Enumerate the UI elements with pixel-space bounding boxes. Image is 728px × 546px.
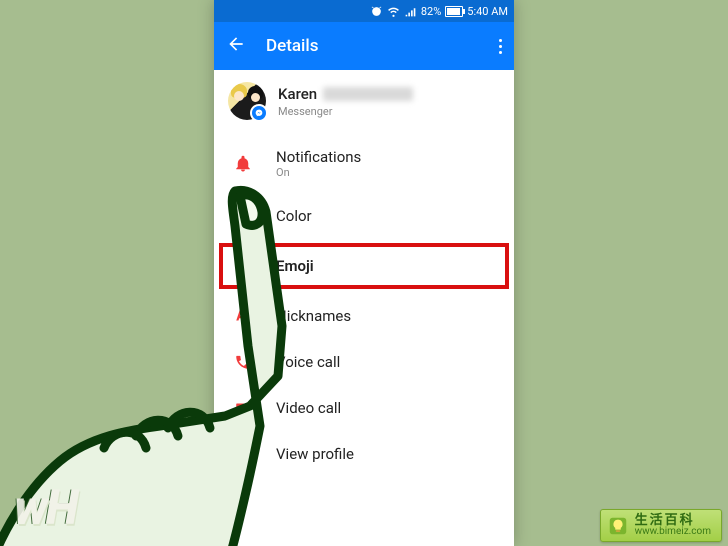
video-call-label: Video call: [276, 399, 341, 417]
bell-icon: [232, 155, 254, 173]
contact-header[interactable]: Karen Messenger: [214, 70, 514, 134]
wifi-icon: [387, 5, 400, 18]
emoji-label: Emoji: [276, 257, 314, 275]
notifications-label: Notifications: [276, 148, 361, 166]
color-label: Color: [276, 207, 312, 225]
watermark-left: wH: [14, 479, 77, 536]
row-color[interactable]: Color: [214, 193, 514, 239]
signal-icon: [404, 5, 417, 18]
thumbs-up-icon: [232, 257, 254, 275]
notifications-sub: On: [276, 166, 361, 179]
row-notifications[interactable]: Notifications On: [214, 134, 514, 193]
battery-icon: [445, 6, 463, 17]
row-voice-call[interactable]: Voice call: [214, 339, 514, 385]
watermark-url: www.bimeiz.com: [635, 527, 711, 537]
view-profile-label: View profile: [276, 445, 354, 463]
back-icon[interactable]: [226, 34, 246, 58]
contact-subtitle: Messenger: [278, 105, 413, 118]
page-title: Details: [266, 36, 479, 56]
status-bar: 82% 5:40 AM: [214, 0, 514, 22]
row-nicknames[interactable]: Nicknames: [214, 293, 514, 339]
status-time: 5:40 AM: [467, 5, 508, 18]
lamp-icon: [607, 515, 629, 537]
emoji-highlight: [219, 243, 509, 289]
alarm-icon: [370, 5, 383, 18]
nicknames-label: Nicknames: [276, 307, 351, 325]
battery-percent: 82%: [421, 5, 441, 18]
phone-frame: 82% 5:40 AM Details Karen Messenger: [214, 0, 514, 546]
voice-call-label: Voice call: [276, 353, 340, 371]
row-view-profile[interactable]: View profile: [214, 431, 514, 477]
aa-icon: [232, 307, 254, 325]
palette-icon: [232, 207, 254, 225]
app-bar: Details: [214, 22, 514, 70]
contact-name: Karen: [278, 85, 317, 103]
overflow-menu-icon[interactable]: [499, 33, 502, 60]
row-emoji[interactable]: Emoji: [214, 239, 514, 293]
phone-icon: [232, 353, 254, 371]
row-video-call[interactable]: Video call: [214, 385, 514, 431]
video-icon: [232, 399, 254, 417]
messenger-badge-icon: [250, 104, 268, 122]
watermark-right: 生活百科 www.bimeiz.com: [600, 509, 722, 542]
avatar: [228, 82, 266, 120]
contact-surname-redacted: [323, 87, 413, 101]
facebook-icon: [232, 445, 254, 463]
